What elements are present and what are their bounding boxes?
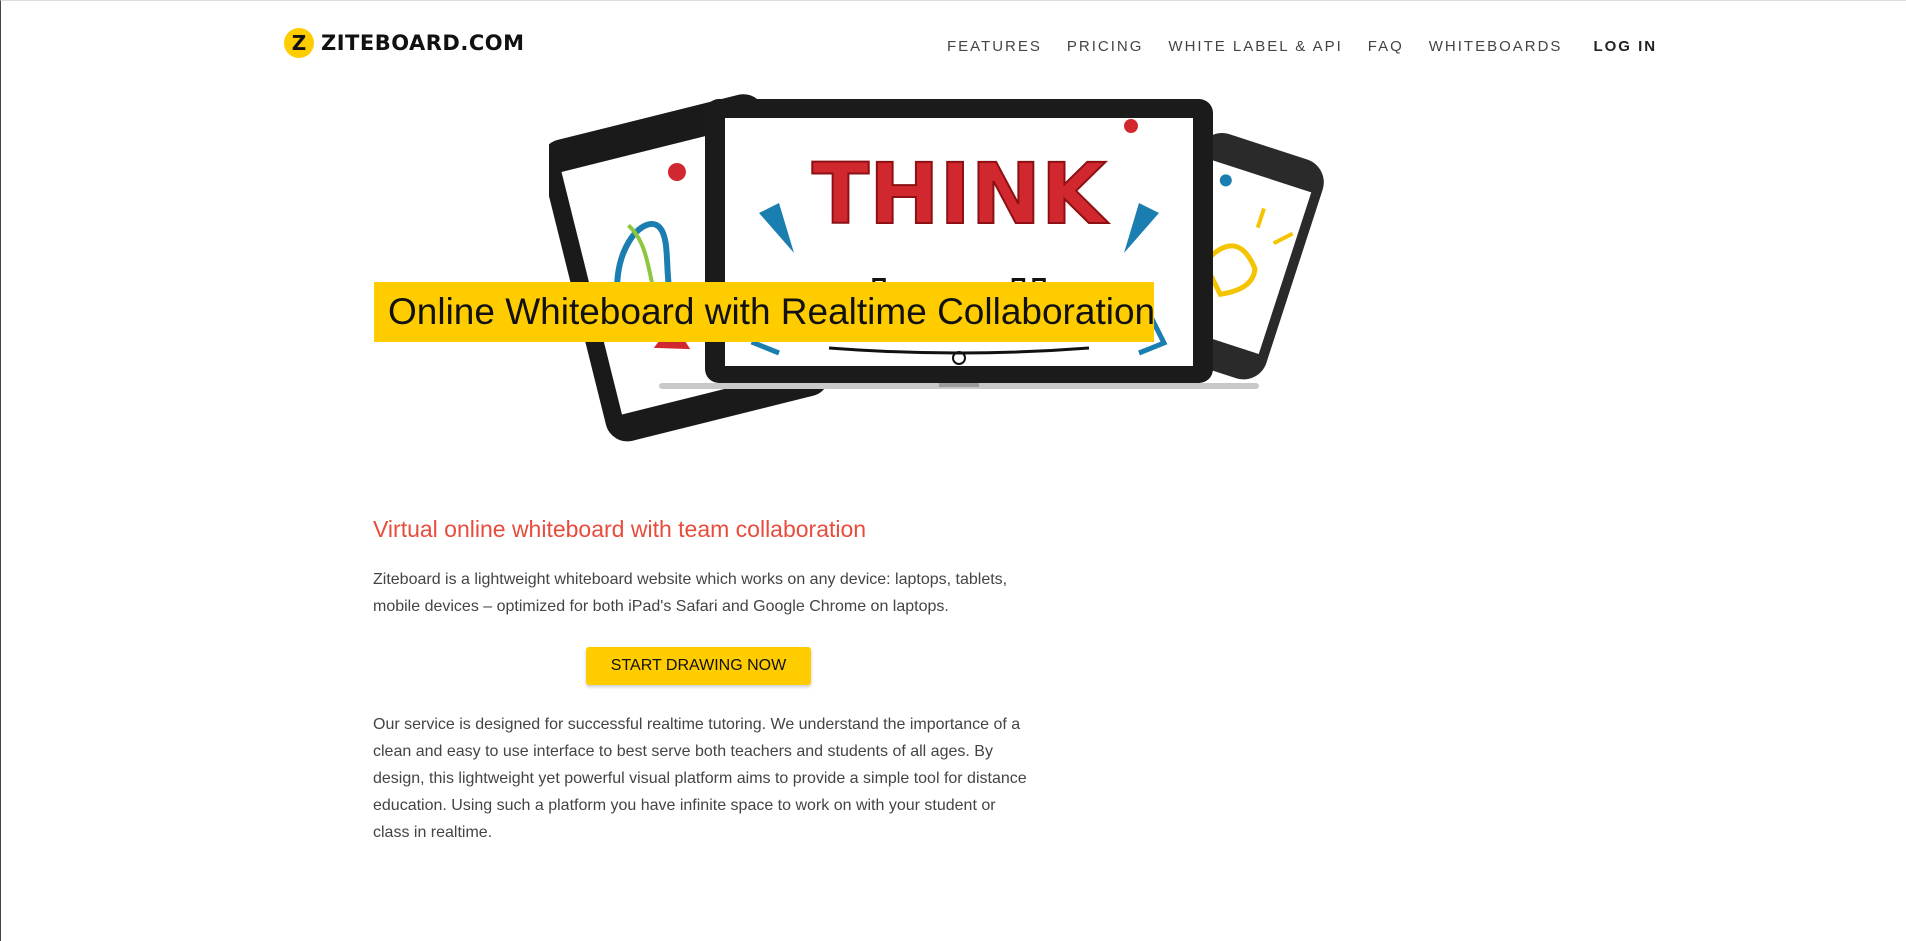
nav-features[interactable]: FEATURES bbox=[947, 38, 1042, 55]
hero-headline: Online Whiteboard with Realtime Collabor… bbox=[374, 282, 1155, 342]
nav-white-label-api[interactable]: WHITE LABEL & API bbox=[1168, 38, 1342, 55]
brand-name: ZITEBOARD.COM bbox=[321, 31, 525, 55]
intro-paragraph: Ziteboard is a lightweight whiteboard we… bbox=[373, 571, 1008, 615]
nav-pricing[interactable]: PRICING bbox=[1067, 38, 1144, 55]
nav-faq[interactable]: FAQ bbox=[1368, 38, 1404, 55]
nav-login[interactable]: LOG IN bbox=[1593, 38, 1657, 55]
top-navigation: Z ZITEBOARD.COM FEATURES PRICING WHITE L… bbox=[1, 1, 1906, 91]
section-subtitle: Virtual online whiteboard with team coll… bbox=[373, 516, 867, 542]
logo-icon: Z bbox=[284, 28, 314, 58]
start-drawing-button[interactable]: START DRAWING NOW bbox=[586, 647, 811, 685]
description-paragraph: Our service is designed for successful r… bbox=[373, 716, 1027, 841]
brand-logo[interactable]: Z ZITEBOARD.COM bbox=[283, 27, 525, 59]
main-menu: FEATURES PRICING WHITE LABEL & API FAQ W… bbox=[947, 38, 1682, 55]
art-think-text: THINK bbox=[812, 145, 1109, 243]
svg-text:Z: Z bbox=[292, 31, 307, 55]
nav-whiteboards[interactable]: WHITEBOARDS bbox=[1429, 38, 1563, 55]
laptop-device: THINK visually bbox=[659, 99, 1259, 389]
